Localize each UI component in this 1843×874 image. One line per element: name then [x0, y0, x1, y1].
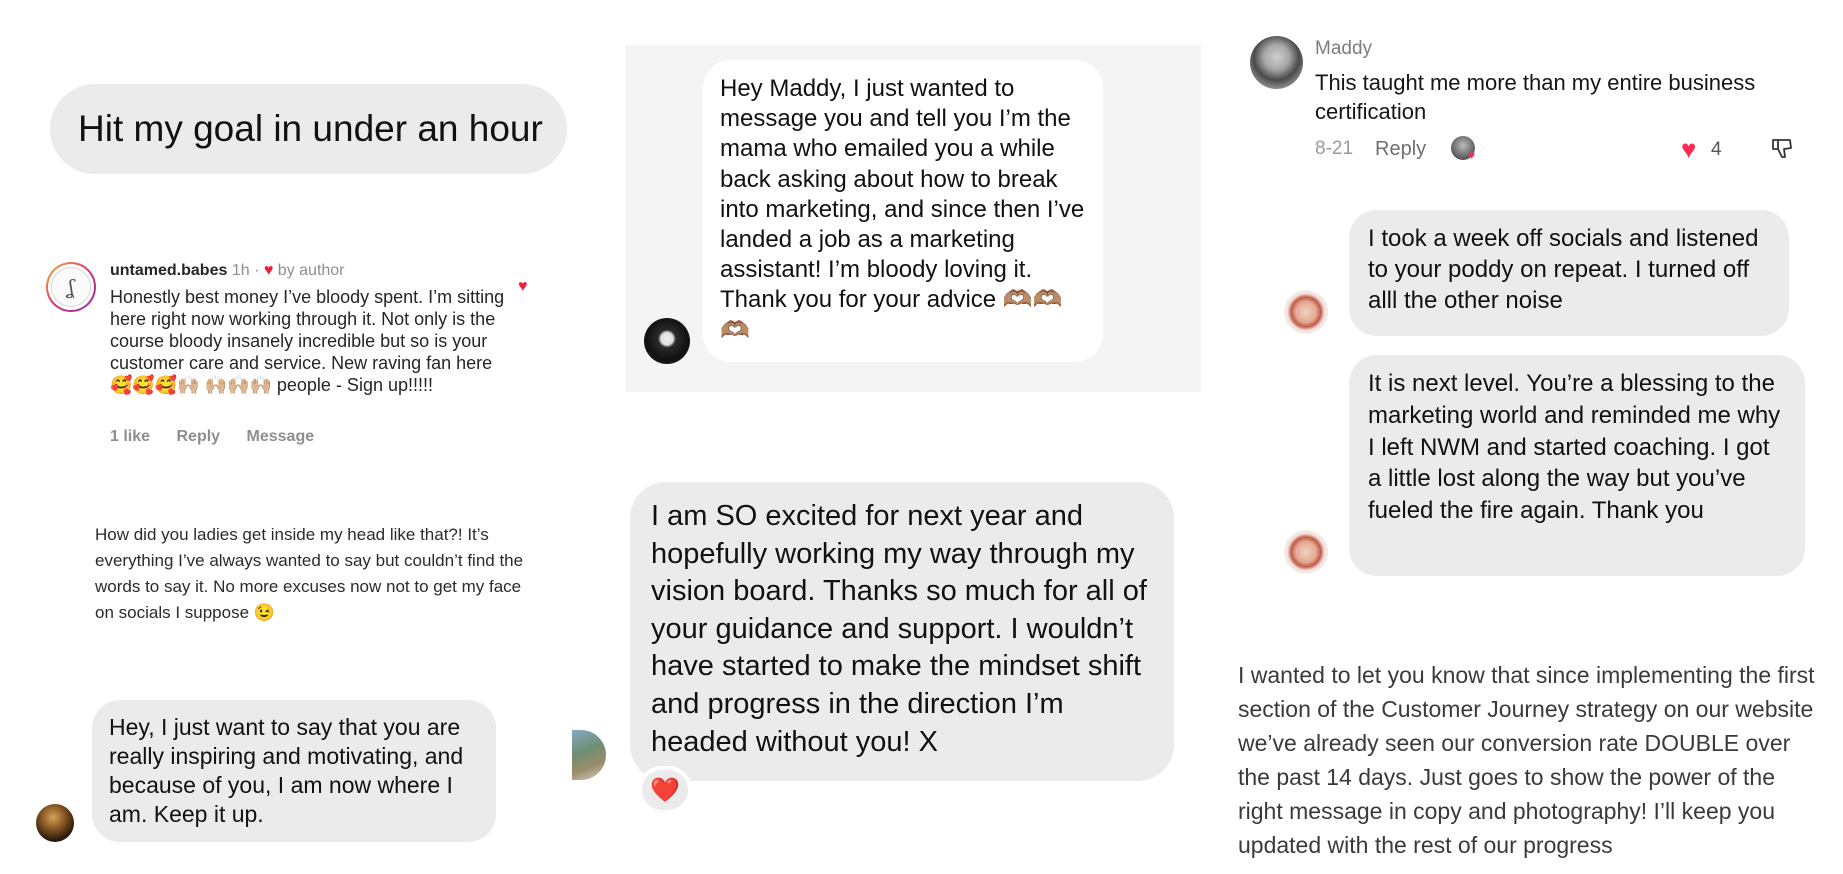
excited-sender-avatar[interactable] — [572, 730, 606, 780]
like-heart-icon[interactable]: ♥ — [518, 278, 528, 296]
reaction-heart-icon[interactable]: ❤️ — [638, 766, 692, 814]
avatar-logo: ʆ — [51, 267, 91, 307]
dislike-icon[interactable] — [1770, 136, 1794, 160]
customer-journey-testimonial: I wanted to let you know that since impl… — [1238, 662, 1815, 858]
ladies-testimonial-text: How did you ladies get inside my head li… — [95, 525, 524, 622]
comment-separator: · — [254, 262, 260, 279]
maddy-avatar[interactable] — [1250, 36, 1303, 89]
comment-header: untamed.babes 1h · ♥ by author — [110, 262, 345, 280]
creator-liked-heart-icon: ♥ — [1468, 148, 1476, 162]
dm-sender-avatar[interactable] — [644, 318, 690, 364]
inspiring-message-bubble: Hey, I just want to say that you are rea… — [92, 700, 496, 842]
heart-icon[interactable]: ♥ — [1681, 134, 1696, 165]
comment-date: 8-21 — [1315, 138, 1354, 159]
comment-author-name[interactable]: Maddy — [1315, 38, 1372, 60]
comment-username[interactable]: untamed.babes — [110, 262, 227, 279]
comment-message-link[interactable]: Message — [247, 428, 315, 445]
goal-message-bubble: Hit my goal in under an hour — [50, 84, 567, 174]
liked-by-author: by author — [277, 262, 345, 279]
comment-reply-button[interactable]: Reply — [1375, 138, 1426, 161]
comment-reply-link[interactable]: Reply — [176, 428, 220, 445]
socials-message-bubble: I took a week off socials and listened t… — [1349, 210, 1789, 336]
comment-actions: 1 like Reply Message — [110, 428, 336, 446]
sender-avatar[interactable] — [1284, 290, 1328, 334]
comment-time: 1h — [231, 262, 250, 279]
comment-likes-link[interactable]: 1 like — [110, 428, 150, 445]
maddy-dm-bubble: Hey Maddy, I just wanted to message you … — [703, 60, 1103, 362]
sender-avatar[interactable] — [36, 804, 74, 842]
sender-avatar[interactable] — [1284, 530, 1328, 574]
comment-body: Honestly best money I’ve bloody spent. I… — [110, 287, 505, 395]
commenter-avatar[interactable]: ʆ — [46, 262, 96, 312]
like-count: 4 — [1711, 139, 1722, 160]
nextlevel-message-bubble: It is next level. You’re a blessing to t… — [1349, 355, 1805, 576]
excited-message-bubble: I am SO excited for next year and hopefu… — [630, 482, 1174, 781]
maddy-comment-text: This taught me more than my entire busin… — [1315, 70, 1756, 124]
author-heart-icon: ♥ — [263, 262, 274, 279]
